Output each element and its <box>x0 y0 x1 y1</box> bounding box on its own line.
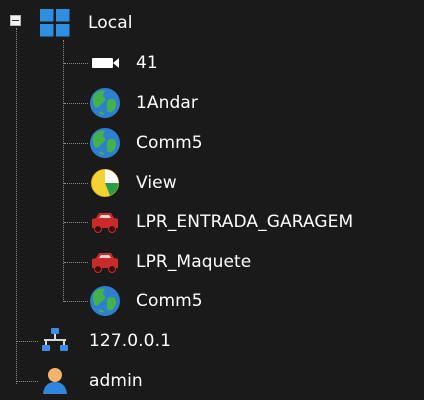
camera-icon <box>88 46 122 80</box>
tree-node-label: Comm5 <box>136 291 203 311</box>
tree-node-label: 127.0.0.1 <box>89 331 172 351</box>
tree-node-network[interactable]: 127.0.0.1 <box>38 323 171 359</box>
child-branch-line <box>64 103 88 104</box>
child-branch-line <box>64 222 88 223</box>
device-tree: Local 41 1Andar Comm5 View LPR_ENTRADA_G… <box>0 0 424 400</box>
tree-node-camera[interactable]: 41 <box>88 45 158 81</box>
tree-node-label: Comm5 <box>136 133 203 153</box>
tree-node-label: 1Andar <box>136 93 199 113</box>
tree-node-label: LPR_Maquete <box>136 252 252 272</box>
tree-node-view[interactable]: View <box>88 165 177 201</box>
root-connector-line <box>16 28 17 384</box>
tree-node-label: 41 <box>136 53 158 73</box>
tree-node-label: admin <box>89 371 143 391</box>
sibling-branch-line <box>17 341 38 342</box>
tree-node-label: View <box>136 173 177 193</box>
red-car-icon <box>88 245 122 279</box>
child-branch-line <box>64 262 88 263</box>
tree-node-comm5-2[interactable]: Comm5 <box>88 283 203 319</box>
network-icon <box>38 324 72 358</box>
collapse-toggle[interactable] <box>10 15 21 26</box>
tree-node-comm5[interactable]: Comm5 <box>88 125 203 161</box>
tree-node-label: Local <box>88 13 133 33</box>
tree-node-user[interactable]: admin <box>38 363 143 399</box>
children-connector-line <box>63 40 64 302</box>
child-branch-line <box>64 183 88 184</box>
tree-node-lpr-entrada-garagem[interactable]: LPR_ENTRADA_GARAGEM <box>88 204 353 240</box>
tree-node-local[interactable]: Local <box>38 5 133 41</box>
child-branch-line <box>64 143 88 144</box>
globe-icon <box>88 126 122 160</box>
tree-node-label: LPR_ENTRADA_GARAGEM <box>136 212 354 232</box>
globe-icon <box>88 86 122 120</box>
red-car-icon <box>88 205 122 239</box>
child-branch-line <box>64 301 88 302</box>
tree-node-1andar[interactable]: 1Andar <box>88 85 198 121</box>
child-branch-line <box>64 63 88 64</box>
windows-logo-icon <box>38 6 72 40</box>
user-icon <box>38 364 72 398</box>
sibling-branch-line <box>17 381 38 382</box>
pie-chart-icon <box>88 166 122 200</box>
globe-icon <box>88 284 122 318</box>
tree-node-lpr-maquete[interactable]: LPR_Maquete <box>88 244 251 280</box>
